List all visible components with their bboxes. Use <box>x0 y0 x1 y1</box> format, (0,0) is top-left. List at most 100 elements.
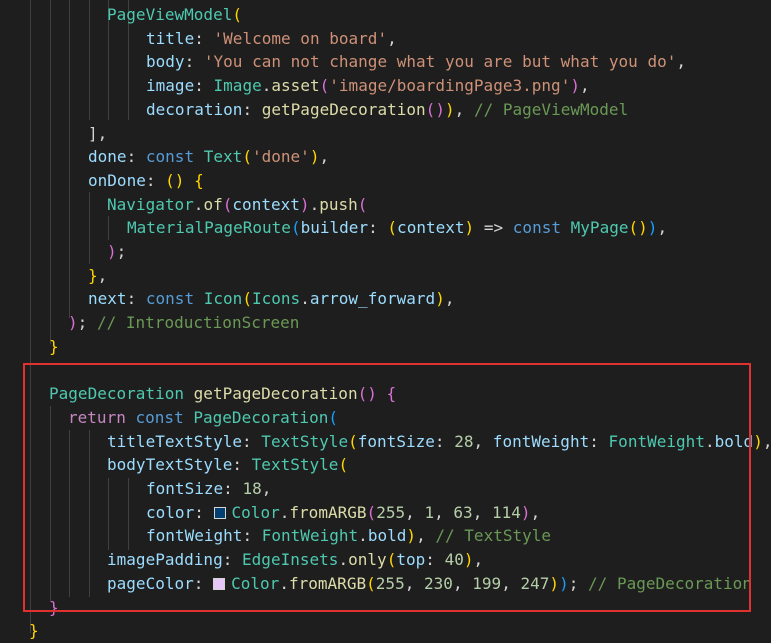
code-token: ], <box>88 123 108 143</box>
highlight-annotation-box <box>23 363 751 612</box>
code-token: ( <box>290 218 301 238</box>
code-token: : <box>194 28 214 48</box>
code-token: , <box>319 147 330 167</box>
code-token: const <box>145 147 204 167</box>
code-token: ( <box>425 99 436 119</box>
code-token: done <box>88 147 127 167</box>
code-token: , <box>657 218 668 238</box>
code-token: MaterialPageRoute <box>127 218 291 238</box>
indent-guide <box>108 216 109 240</box>
code-token: : <box>242 99 262 119</box>
code-token: , <box>454 99 474 119</box>
code-line[interactable]: }, <box>88 264 107 288</box>
code-token: push <box>319 194 358 214</box>
code-line[interactable]: onDone: () { <box>88 169 204 193</box>
code-token: => <box>474 218 513 238</box>
code-token: : <box>368 218 388 238</box>
code-token: ( <box>357 194 368 214</box>
code-token: body <box>146 52 185 72</box>
code-token: const <box>145 289 204 309</box>
code-token: ( <box>222 194 233 214</box>
code-token: } <box>88 265 98 285</box>
code-line[interactable]: ); // IntroductionScreen <box>68 311 299 335</box>
code-line[interactable]: MaterialPageRoute(builder: (context) => … <box>127 216 667 240</box>
code-token: ( <box>232 5 243 24</box>
code-line[interactable]: done: const Text('done'), <box>88 145 329 169</box>
code-token: Icons <box>251 289 301 309</box>
code-token: 'Welcome on board' <box>213 28 388 48</box>
code-token: PageViewModel <box>107 5 233 24</box>
code-token: context <box>397 218 465 238</box>
code-token: : <box>145 170 166 190</box>
code-line[interactable]: PageViewModel( <box>107 3 242 27</box>
indent-guide <box>50 0 51 344</box>
code-line[interactable]: } <box>29 619 39 643</box>
code-token: Text <box>203 147 243 167</box>
code-token: Navigator <box>107 194 194 214</box>
code-token: , <box>97 265 108 285</box>
code-token: } <box>49 336 59 356</box>
code-line[interactable]: image: Image.asset('image/boardingPage3.… <box>146 74 590 98</box>
code-token: next <box>88 289 127 309</box>
indent-guide <box>89 192 90 264</box>
code-token: () <box>165 170 185 190</box>
code-token: Image <box>213 76 262 96</box>
code-token: const <box>512 218 571 238</box>
code-token: : <box>126 147 146 167</box>
code-token: 'You can not change what you are but wha… <box>203 52 677 72</box>
code-token: decoration <box>146 99 243 119</box>
code-token: ; <box>116 242 127 261</box>
code-line[interactable]: } <box>49 335 59 359</box>
code-token: ( <box>387 218 398 238</box>
code-token: , <box>763 432 771 451</box>
indent-guide <box>89 0 90 120</box>
code-token: 'done' <box>251 147 310 167</box>
code-token: : <box>126 289 146 309</box>
code-token: ) <box>299 194 310 214</box>
code-token: { <box>194 170 204 190</box>
code-editor[interactable]: PageViewModel(title: 'Welcome on board',… <box>0 0 771 640</box>
code-line[interactable]: ], <box>88 122 107 146</box>
code-token: MyPage <box>570 218 629 238</box>
code-token: () <box>628 218 648 238</box>
code-line[interactable]: decoration: getPageDecoration()), // Pag… <box>146 98 628 122</box>
code-line[interactable]: next: const Icon(Icons.arrow_forward), <box>88 287 455 311</box>
code-token: , <box>676 52 687 72</box>
code-token: asset <box>271 76 320 96</box>
code-token: ) <box>68 313 78 333</box>
code-token: title <box>146 28 195 48</box>
code-token: ) <box>464 218 475 238</box>
code-token: . <box>193 194 204 214</box>
code-token: ) <box>435 99 445 119</box>
code-token: ) <box>570 76 580 96</box>
code-token: . <box>300 289 310 309</box>
code-token: // PageViewModel <box>473 99 629 119</box>
code-token: : <box>194 76 214 96</box>
code-line[interactable]: title: 'Welcome on board', <box>146 27 397 51</box>
code-token: image <box>146 76 195 96</box>
code-token: ; <box>77 313 97 333</box>
code-token: . <box>261 76 272 96</box>
code-token: ( <box>242 147 252 167</box>
code-token: ) <box>444 99 455 119</box>
code-token: 'image/boardingPage3.png' <box>329 76 571 96</box>
code-token: . <box>309 194 320 214</box>
code-token: : <box>184 52 204 72</box>
code-token: , <box>580 76 590 96</box>
indent-guide <box>69 0 70 318</box>
code-token: } <box>29 621 39 641</box>
code-token: getPageDecoration <box>261 99 426 119</box>
code-token: , <box>387 28 397 48</box>
code-token: ) <box>753 431 763 451</box>
code-token: // IntroductionScreen <box>96 313 300 333</box>
code-token: onDone <box>88 170 146 190</box>
code-token: context <box>232 194 300 214</box>
code-token: ) <box>435 289 445 309</box>
code-token: builder <box>300 218 369 238</box>
code-line[interactable]: ); <box>107 240 126 264</box>
code-line[interactable]: body: 'You can not change what you are b… <box>146 50 686 74</box>
code-token: ( <box>242 289 252 309</box>
code-token: ) <box>107 242 117 261</box>
code-line[interactable]: Navigator.of(context).push( <box>107 193 367 217</box>
